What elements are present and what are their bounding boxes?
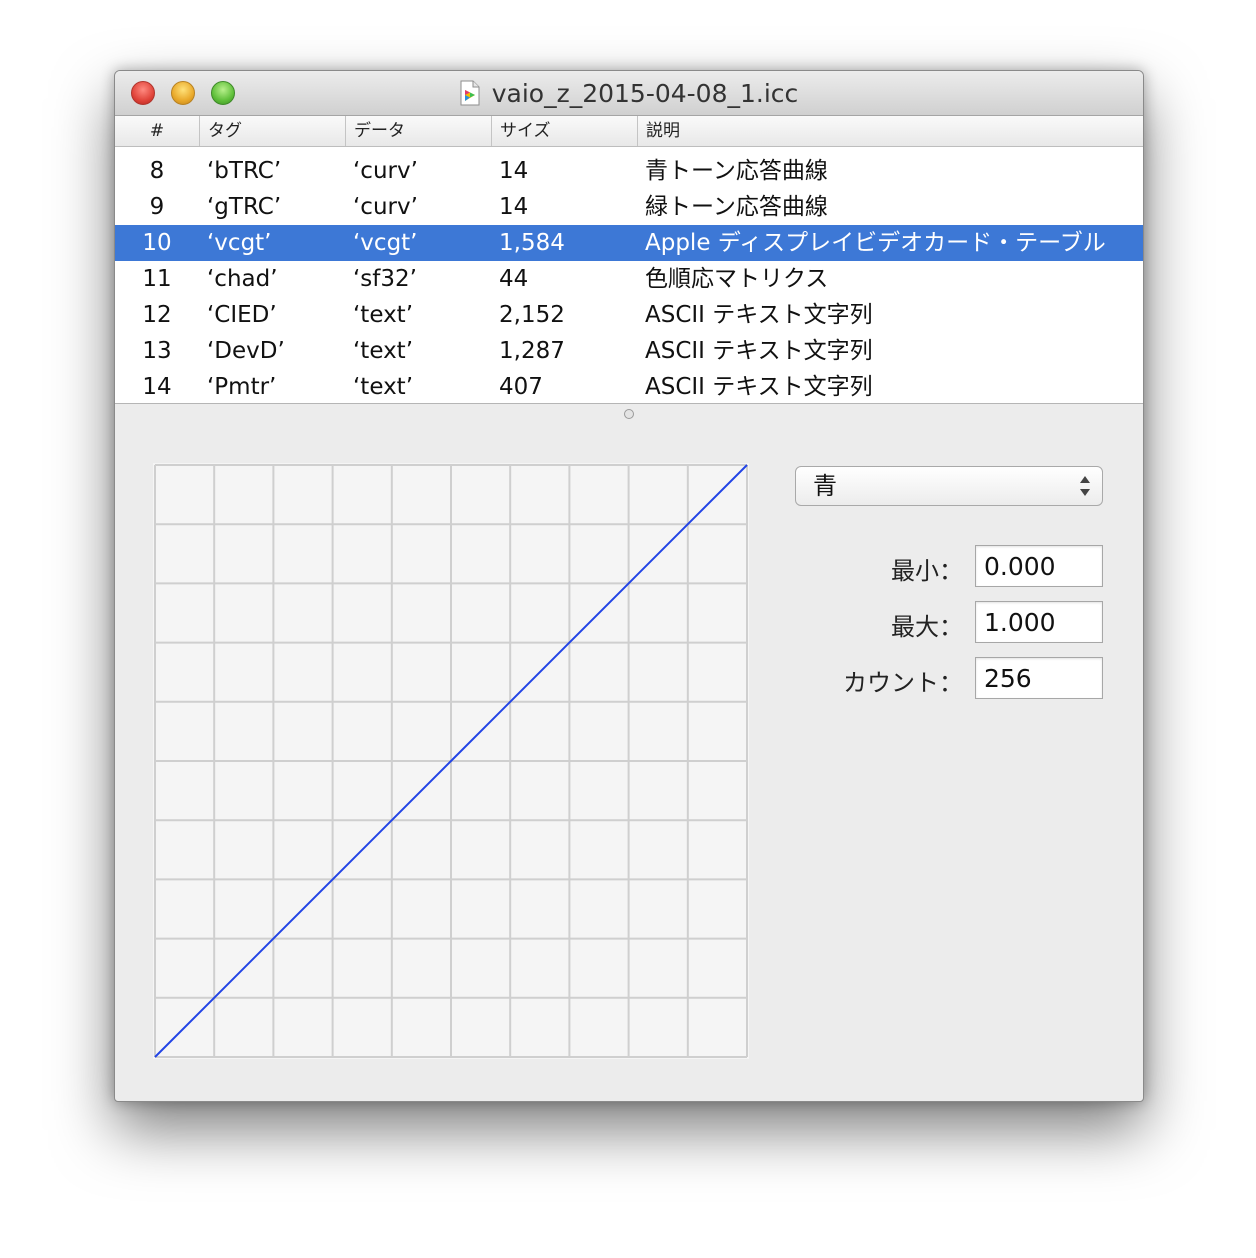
row-number: 13 [142,338,172,364]
splitter-handle[interactable] [624,409,634,419]
row-data-type: ‘text’ [353,374,414,400]
table-row[interactable]: 14 ‘Pmtr’ ‘text’ 407 ASCII テキスト文字列 [115,369,1143,403]
row-size: 14 [499,194,529,220]
vcgt-curve-chart [153,463,749,1059]
row-number: 11 [142,266,172,292]
table-row-selected[interactable]: 10 ‘vcgt’ ‘vcgt’ 1,584 Apple ディスプレイビデオカー… [115,225,1143,261]
row-size: 407 [499,374,543,400]
tag-table[interactable]: 8 ‘bTRC’ ‘curv’ 14 青トーン応答曲線 9 ‘gTRC’ ‘cu… [115,147,1143,403]
table-row[interactable]: 13 ‘DevD’ ‘text’ 1,287 ASCII テキスト文字列 [115,333,1143,369]
column-header-size[interactable]: サイズ [491,116,637,146]
row-size: 44 [499,266,529,292]
max-value-field[interactable] [975,601,1103,643]
column-header-number[interactable]: # [115,116,199,146]
max-label: 最大： [891,613,963,641]
row-number: 12 [142,302,172,328]
icc-document-icon [460,80,480,106]
row-size: 1,584 [499,230,565,256]
row-size: 14 [499,158,529,184]
profile-window: vaio_z_2015-04-08_1.icc # タグ データ サイズ 説明 … [114,70,1144,1102]
table-row[interactable]: 11 ‘chad’ ‘sf32’ 44 色順応マトリクス [115,261,1143,297]
split-view-divider[interactable] [115,403,1143,404]
row-size: 1,287 [499,338,565,364]
row-tag: ‘vcgt’ [207,230,272,256]
row-description: 色順応マトリクス [645,266,829,292]
table-row[interactable]: 9 ‘gTRC’ ‘curv’ 14 緑トーン応答曲線 [115,189,1143,225]
row-size: 2,152 [499,302,565,328]
row-tag: ‘Pmtr’ [207,374,277,400]
up-down-arrows-icon [1080,476,1090,496]
row-data-type: ‘text’ [353,338,414,364]
row-data-type: ‘vcgt’ [353,230,418,256]
row-number: 10 [142,230,172,256]
title-bar[interactable]: vaio_z_2015-04-08_1.icc [115,71,1143,116]
row-data-type: ‘sf32’ [353,266,417,292]
row-number: 9 [149,194,165,220]
row-description: ASCII テキスト文字列 [645,302,873,328]
column-header-description[interactable]: 説明 [637,116,1143,146]
row-description: ASCII テキスト文字列 [645,338,873,364]
table-row[interactable]: 12 ‘CIED’ ‘text’ 2,152 ASCII テキスト文字列 [115,297,1143,333]
row-number: 14 [142,374,172,400]
column-header-tag[interactable]: タグ [199,116,345,146]
row-description: Apple ディスプレイビデオカード・テーブル [645,230,1106,256]
row-description: 青トーン応答曲線 [645,158,828,184]
window-title-area: vaio_z_2015-04-08_1.icc [115,71,1143,115]
min-label: 最小： [891,557,963,585]
count-value-field[interactable] [975,657,1103,699]
count-label: カウント： [843,669,963,697]
window-title: vaio_z_2015-04-08_1.icc [491,78,799,108]
table-row[interactable]: 8 ‘bTRC’ ‘curv’ 14 青トーン応答曲線 [115,153,1143,189]
row-tag: ‘chad’ [207,266,278,292]
row-tag: ‘bTRC’ [207,158,282,184]
row-description: 緑トーン応答曲線 [645,194,828,220]
row-data-type: ‘curv’ [353,158,418,184]
channel-popup-button[interactable]: 青 [795,466,1103,506]
row-description: ASCII テキスト文字列 [645,374,873,400]
tag-table-header: # タグ データ サイズ 説明 [115,116,1143,147]
row-tag: ‘gTRC’ [207,194,282,220]
column-header-data[interactable]: データ [345,116,491,146]
row-tag: ‘DevD’ [207,338,285,364]
channel-popup-label: 青 [813,472,837,500]
row-data-type: ‘text’ [353,302,414,328]
row-data-type: ‘curv’ [353,194,418,220]
row-tag: ‘CIED’ [207,302,277,328]
min-value-field[interactable] [975,545,1103,587]
row-number: 8 [149,158,165,184]
